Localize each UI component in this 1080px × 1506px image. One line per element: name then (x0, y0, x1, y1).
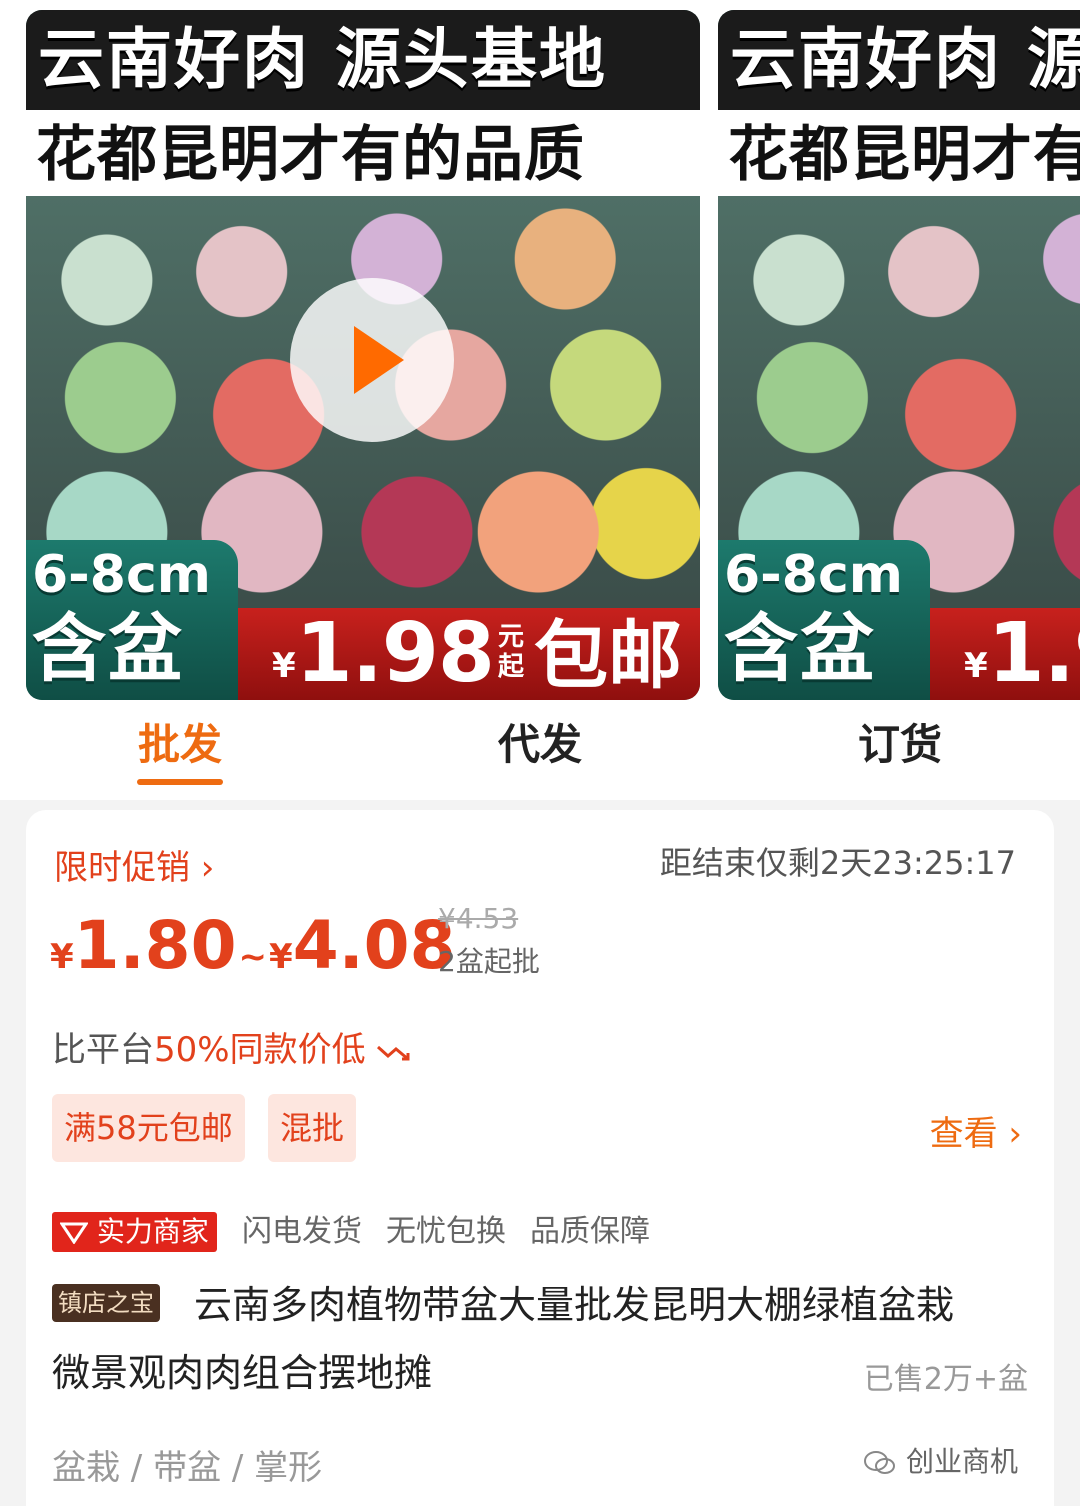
product-category-tags: 盆栽 / 带盆 / 掌形 (52, 1448, 323, 1488)
trend-down-icon (377, 1045, 410, 1060)
banner-headline: 云南好肉 源头基地 (718, 10, 1080, 110)
minimum-batch: 2盆起批 (438, 945, 540, 978)
price-banner-yen: ¥ (272, 646, 296, 686)
compare-prefix: 比平台 (52, 1030, 154, 1070)
wechat-icon (864, 1451, 896, 1474)
price-banner-value: 1.98 (295, 606, 495, 700)
price-range: ¥1.80~¥4.08 (50, 906, 456, 986)
compare-highlight: 50%同款价低 (154, 1030, 366, 1070)
price-unit-bottom: 起 (497, 652, 524, 682)
play-video-icon[interactable] (290, 278, 454, 442)
price-yen-symbol: ¥ (269, 937, 293, 977)
store-treasure-badge: 镇店之宝 (52, 1284, 160, 1322)
price-unit-top: 元 (497, 622, 524, 652)
price-tilde: ~ (238, 937, 268, 977)
service-fast-shipping: 闪电发货 (242, 1214, 362, 1249)
product-detail-page: 云南好肉 源头基地 花都昆明才有的品质 6-8cm 含盆 ¥1.98 元起包邮 云… (0, 0, 1080, 1506)
product-image-carousel[interactable]: 云南好肉 源头基地 花都昆明才有的品质 6-8cm 含盆 ¥1.98 元起包邮 云… (0, 0, 1080, 705)
mixed-batch-tag: 混批 (268, 1094, 357, 1162)
free-shipping-text: 包邮 (534, 613, 682, 699)
price-banner: ¥1.98元起包邮 (238, 608, 700, 700)
price-yen-symbol: ¥ (50, 937, 74, 977)
carousel-slide[interactable]: 云南好肉 源头基地 花都昆明才有的品质 6-8cm 含盆 ¥1.98元起包邮 (718, 10, 1080, 700)
watermark-text: 创业商机 (905, 1445, 1018, 1478)
price-banner-unit: 元起 (494, 622, 528, 682)
price-comparison: 比平台50%同款价低 (52, 1022, 412, 1071)
sold-count: 已售2万+盆 (863, 1362, 1028, 1397)
purchase-mode-tabs: 批发 代发 订货 (0, 705, 1080, 800)
strength-merchant-label: 实力商家 (96, 1215, 209, 1248)
watermark: 创业商机 (863, 1440, 1018, 1480)
product-info-card: 限时促销 › 距结束仅剩2天23:25:17 ¥1.80~¥4.08 ¥4.53… (26, 810, 1054, 1506)
pot-text: 含盆 (724, 606, 876, 692)
tab-dropship[interactable]: 代发 (480, 717, 600, 787)
price-banner-value: 1.98 (987, 606, 1080, 700)
pot-text: 含盆 (32, 606, 184, 692)
carousel-slide[interactable]: 云南好肉 源头基地 花都昆明才有的品质 6-8cm 含盆 ¥1.98元起包邮 (26, 10, 700, 700)
tab-order[interactable]: 订货 (840, 717, 960, 787)
view-offers-link[interactable]: 查看 › (930, 1106, 1022, 1155)
price-banner-yen: ¥ (964, 646, 988, 686)
size-badge: 6-8cm 含盆 (718, 540, 930, 700)
size-text: 6-8cm (724, 545, 903, 605)
service-worry-free-exchange: 无忧包换 (386, 1214, 506, 1249)
promo-countdown: 距结束仅剩2天23:25:17 (659, 844, 1016, 882)
original-price: ¥4.53 (438, 902, 519, 935)
free-shipping-tag: 满58元包邮 (52, 1094, 245, 1162)
banner-subline: 花都昆明才有的品质 (718, 110, 1080, 196)
strength-merchant-badge: 实力商家 (52, 1212, 217, 1252)
limited-time-promo-link[interactable]: 限时促销 › (54, 840, 214, 889)
price-banner: ¥1.98元起包邮 (930, 608, 1080, 700)
size-badge: 6-8cm 含盆 (26, 540, 238, 700)
service-quality-assurance: 品质保障 (530, 1214, 650, 1249)
merchant-badge-icon (60, 1222, 88, 1244)
product-title-line-2: 微景观肉肉组合摆地摊 (52, 1351, 433, 1395)
price-low: 1.80 (73, 907, 237, 984)
price-high: 4.08 (292, 907, 456, 984)
product-title-line-1: 云南多肉植物带盆大量批发昆明大棚绿植盆栽 (194, 1283, 955, 1327)
banner-headline: 云南好肉 源头基地 (26, 10, 700, 110)
size-text: 6-8cm (32, 545, 211, 605)
banner-subline: 花都昆明才有的品质 (26, 110, 700, 196)
tab-wholesale[interactable]: 批发 (120, 717, 240, 787)
active-tab-indicator (137, 779, 223, 785)
